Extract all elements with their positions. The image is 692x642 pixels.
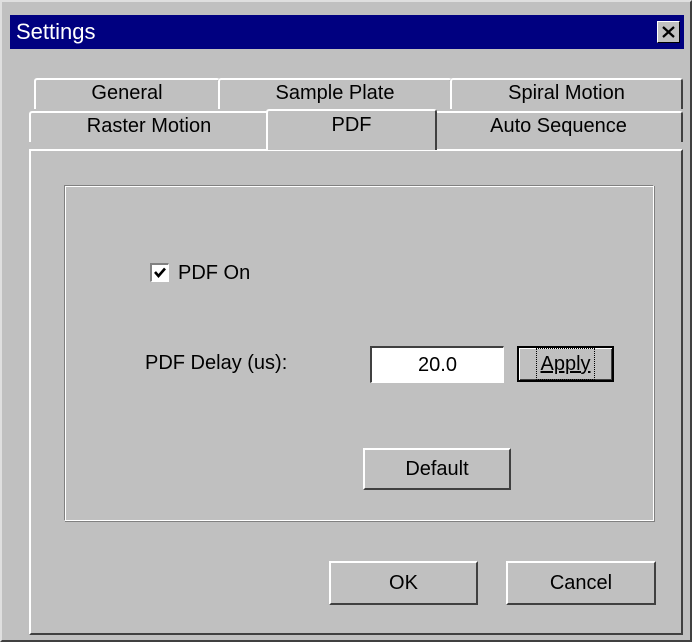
pdf-group-box: PDF On PDF Delay (us): Apply Default [64, 185, 654, 521]
pdf-delay-label: PDF Delay (us): [145, 352, 288, 374]
default-button[interactable]: Default [363, 448, 511, 490]
title-bar[interactable]: Settings [10, 15, 684, 49]
settings-dialog: Settings General Sample Plate Spiral Mot… [0, 0, 692, 642]
tab-label: Raster Motion [86, 115, 212, 137]
tab-label: General [91, 82, 163, 104]
close-button[interactable] [657, 21, 680, 43]
ok-button[interactable]: OK [329, 561, 478, 605]
tab-spiral-motion[interactable]: Spiral Motion [450, 78, 683, 109]
tab-pdf[interactable]: PDF [266, 109, 437, 150]
tab-panel-pdf: PDF On PDF Delay (us): Apply Default OK … [29, 149, 683, 635]
cancel-button[interactable]: Cancel [506, 561, 656, 605]
ok-label: OK [389, 572, 418, 594]
tab-sample-plate[interactable]: Sample Plate [218, 78, 452, 109]
pdf-delay-input[interactable] [370, 346, 504, 383]
apply-label: Apply [536, 348, 595, 380]
tab-label: PDF [331, 114, 372, 136]
tab-label: Sample Plate [275, 82, 395, 104]
tab-label: Auto Sequence [490, 115, 627, 137]
close-icon [662, 26, 675, 38]
tab-label: Spiral Motion [508, 82, 625, 104]
checkmark-icon [154, 267, 166, 278]
tab-raster-motion[interactable]: Raster Motion [29, 111, 269, 142]
pdf-on-checkbox[interactable] [150, 263, 169, 282]
tab-auto-sequence[interactable]: Auto Sequence [434, 111, 683, 142]
pdf-on-label: PDF On [178, 262, 251, 284]
apply-button[interactable]: Apply [517, 346, 614, 382]
tab-general[interactable]: General [34, 78, 220, 109]
cancel-label: Cancel [549, 572, 613, 594]
window-title: Settings [16, 19, 96, 44]
default-label: Default [405, 458, 469, 480]
